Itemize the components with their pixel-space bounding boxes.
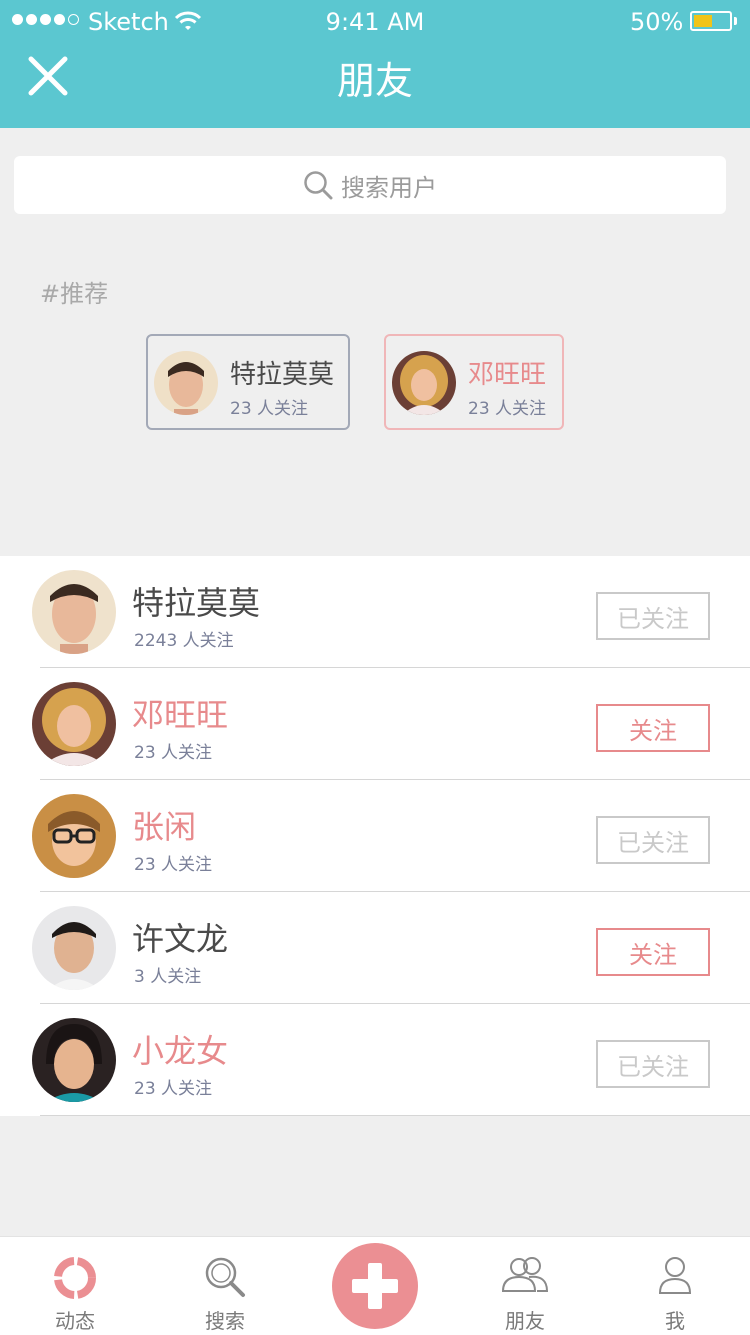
status-bar: Sketch 9:41 AM 50% — [0, 0, 750, 44]
battery-cap — [734, 17, 737, 25]
list-item[interactable]: 特拉莫莫 2243 人关注 已关注 — [0, 556, 750, 668]
user-name: 特拉莫莫 — [132, 584, 261, 622]
tab-friends[interactable]: 朋友 — [450, 1237, 600, 1335]
avatar — [32, 906, 116, 990]
page-title: 朋友 — [336, 59, 413, 103]
recommend-card[interactable]: 特拉莫莫 23 人关注 — [146, 334, 350, 430]
followed-button[interactable]: 已关注 — [596, 816, 710, 864]
user-followers: 3 人关注 — [134, 967, 202, 987]
search-icon — [205, 1257, 245, 1297]
followed-button[interactable]: 已关注 — [596, 592, 710, 640]
avatar — [154, 351, 218, 415]
recommend-card[interactable]: 邓旺旺 23 人关注 — [384, 334, 564, 430]
add-post-button[interactable] — [332, 1243, 418, 1329]
avatar — [32, 570, 116, 654]
card-name: 特拉莫莫 — [230, 360, 335, 390]
user-followers: 23 人关注 — [134, 1079, 213, 1099]
feed-ring-icon — [54, 1257, 96, 1299]
list-item[interactable]: 许文龙 3 人关注 关注 — [0, 892, 750, 1004]
avatar — [32, 1018, 116, 1102]
header: Sketch 9:41 AM 50% 朋友 — [0, 0, 750, 128]
user-list: 特拉莫莫 2243 人关注 已关注 邓旺旺 23 人关注 关注 张闲 23 人关… — [0, 556, 750, 1116]
battery-percentage: 50% — [630, 8, 684, 36]
avatar — [32, 682, 116, 766]
user-name: 小龙女 — [132, 1032, 229, 1070]
tab-label: 动态 — [55, 1309, 95, 1333]
tab-label: 我 — [665, 1309, 685, 1333]
tab-search[interactable]: 搜索 — [150, 1237, 300, 1335]
tab-feed[interactable]: 动态 — [0, 1237, 150, 1335]
list-item[interactable]: 邓旺旺 23 人关注 关注 — [0, 668, 750, 780]
card-followers: 23 人关注 — [468, 399, 547, 419]
list-item[interactable]: 小龙女 23 人关注 已关注 — [0, 1004, 750, 1116]
user-followers: 23 人关注 — [134, 743, 213, 763]
user-name: 张闲 — [132, 808, 197, 846]
card-followers: 23 人关注 — [230, 399, 309, 419]
avatar — [32, 794, 116, 878]
list-item[interactable]: 张闲 23 人关注 已关注 — [0, 780, 750, 892]
user-name: 许文龙 — [132, 920, 229, 958]
search-icon — [304, 171, 333, 200]
search-placeholder: 搜索用户 — [341, 173, 437, 202]
tab-label: 朋友 — [505, 1309, 545, 1333]
follow-button[interactable]: 关注 — [596, 928, 710, 976]
profile-icon — [658, 1257, 692, 1294]
card-name: 邓旺旺 — [468, 360, 547, 390]
search-input[interactable]: 搜索用户 — [14, 156, 726, 214]
tab-label: 搜索 — [205, 1309, 245, 1333]
tab-profile[interactable]: 我 — [600, 1237, 750, 1335]
followed-button[interactable]: 已关注 — [596, 1040, 710, 1088]
friends-icon — [501, 1257, 549, 1292]
user-followers: 2243 人关注 — [134, 631, 234, 651]
user-followers: 23 人关注 — [134, 855, 213, 875]
battery-icon — [690, 11, 732, 31]
avatar — [392, 351, 456, 415]
recommend-label: #推荐 — [40, 280, 109, 308]
user-name: 邓旺旺 — [132, 696, 229, 734]
follow-button[interactable]: 关注 — [596, 704, 710, 752]
divider — [40, 1115, 750, 1116]
